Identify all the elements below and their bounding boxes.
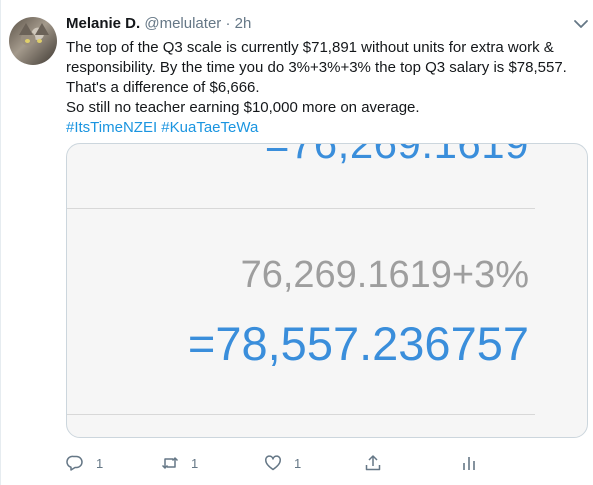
hashtags-line: #ItsTimeNZEI #KuaTaeTeWa	[66, 118, 581, 138]
like-button[interactable]: 1	[264, 452, 301, 474]
analytics-button[interactable]	[460, 452, 478, 474]
tweet-text: The top of the Q3 scale is currently $71…	[66, 38, 581, 138]
reply-button[interactable]: 1	[66, 452, 103, 474]
tweet-text-line: The top of the Q3 scale is currently $71…	[66, 39, 554, 56]
avatar-ear	[19, 23, 33, 35]
hashtag-link[interactable]: #ItsTimeNZEI	[66, 119, 157, 136]
reply-count: 1	[96, 455, 104, 471]
tweet-actions: 1 1 1	[66, 452, 486, 474]
reply-icon	[66, 455, 83, 471]
share-icon	[365, 455, 381, 471]
avatar-eye	[37, 39, 42, 43]
share-button[interactable]	[364, 452, 382, 474]
avatar[interactable]	[9, 17, 57, 65]
hashtag-link[interactable]: #KuaTaeTeWa	[161, 119, 258, 136]
like-count: 1	[294, 455, 302, 471]
tweet-text-line: That's a difference of $6,666.	[66, 79, 260, 96]
calculator-previous-result: =76,269.1619	[264, 143, 529, 167]
author-name[interactable]: Melanie D.	[66, 15, 140, 32]
like-icon	[265, 455, 281, 471]
divider	[67, 208, 535, 209]
divider	[67, 414, 535, 415]
calculator-expression: 76,269.1619+3%	[240, 254, 529, 296]
analytics-icon	[463, 457, 475, 470]
avatar-ear	[35, 23, 49, 35]
timestamp[interactable]: 2h	[235, 15, 252, 32]
avatar-eye	[25, 39, 30, 43]
retweet-icon	[161, 457, 179, 469]
retweet-button[interactable]: 1	[161, 452, 198, 474]
timeline-border	[0, 0, 1, 485]
separator: ·	[225, 15, 231, 32]
author-handle[interactable]: @melulater	[144, 15, 221, 32]
tweet-image[interactable]: =76,269.1619 76,269.1619+3% =78,557.2367…	[66, 143, 588, 438]
calculator-result: =78,557.236757	[187, 317, 529, 370]
tweet-text-line: responsibility. By the time you do 3%+3%…	[66, 59, 567, 76]
retweet-count: 1	[191, 455, 199, 471]
tweet-text-line: So still no teacher earning $10,000 more…	[66, 99, 420, 116]
tweet-header: Melanie D. @melulater · 2h	[66, 14, 251, 34]
chevron-down-icon[interactable]	[572, 15, 590, 33]
